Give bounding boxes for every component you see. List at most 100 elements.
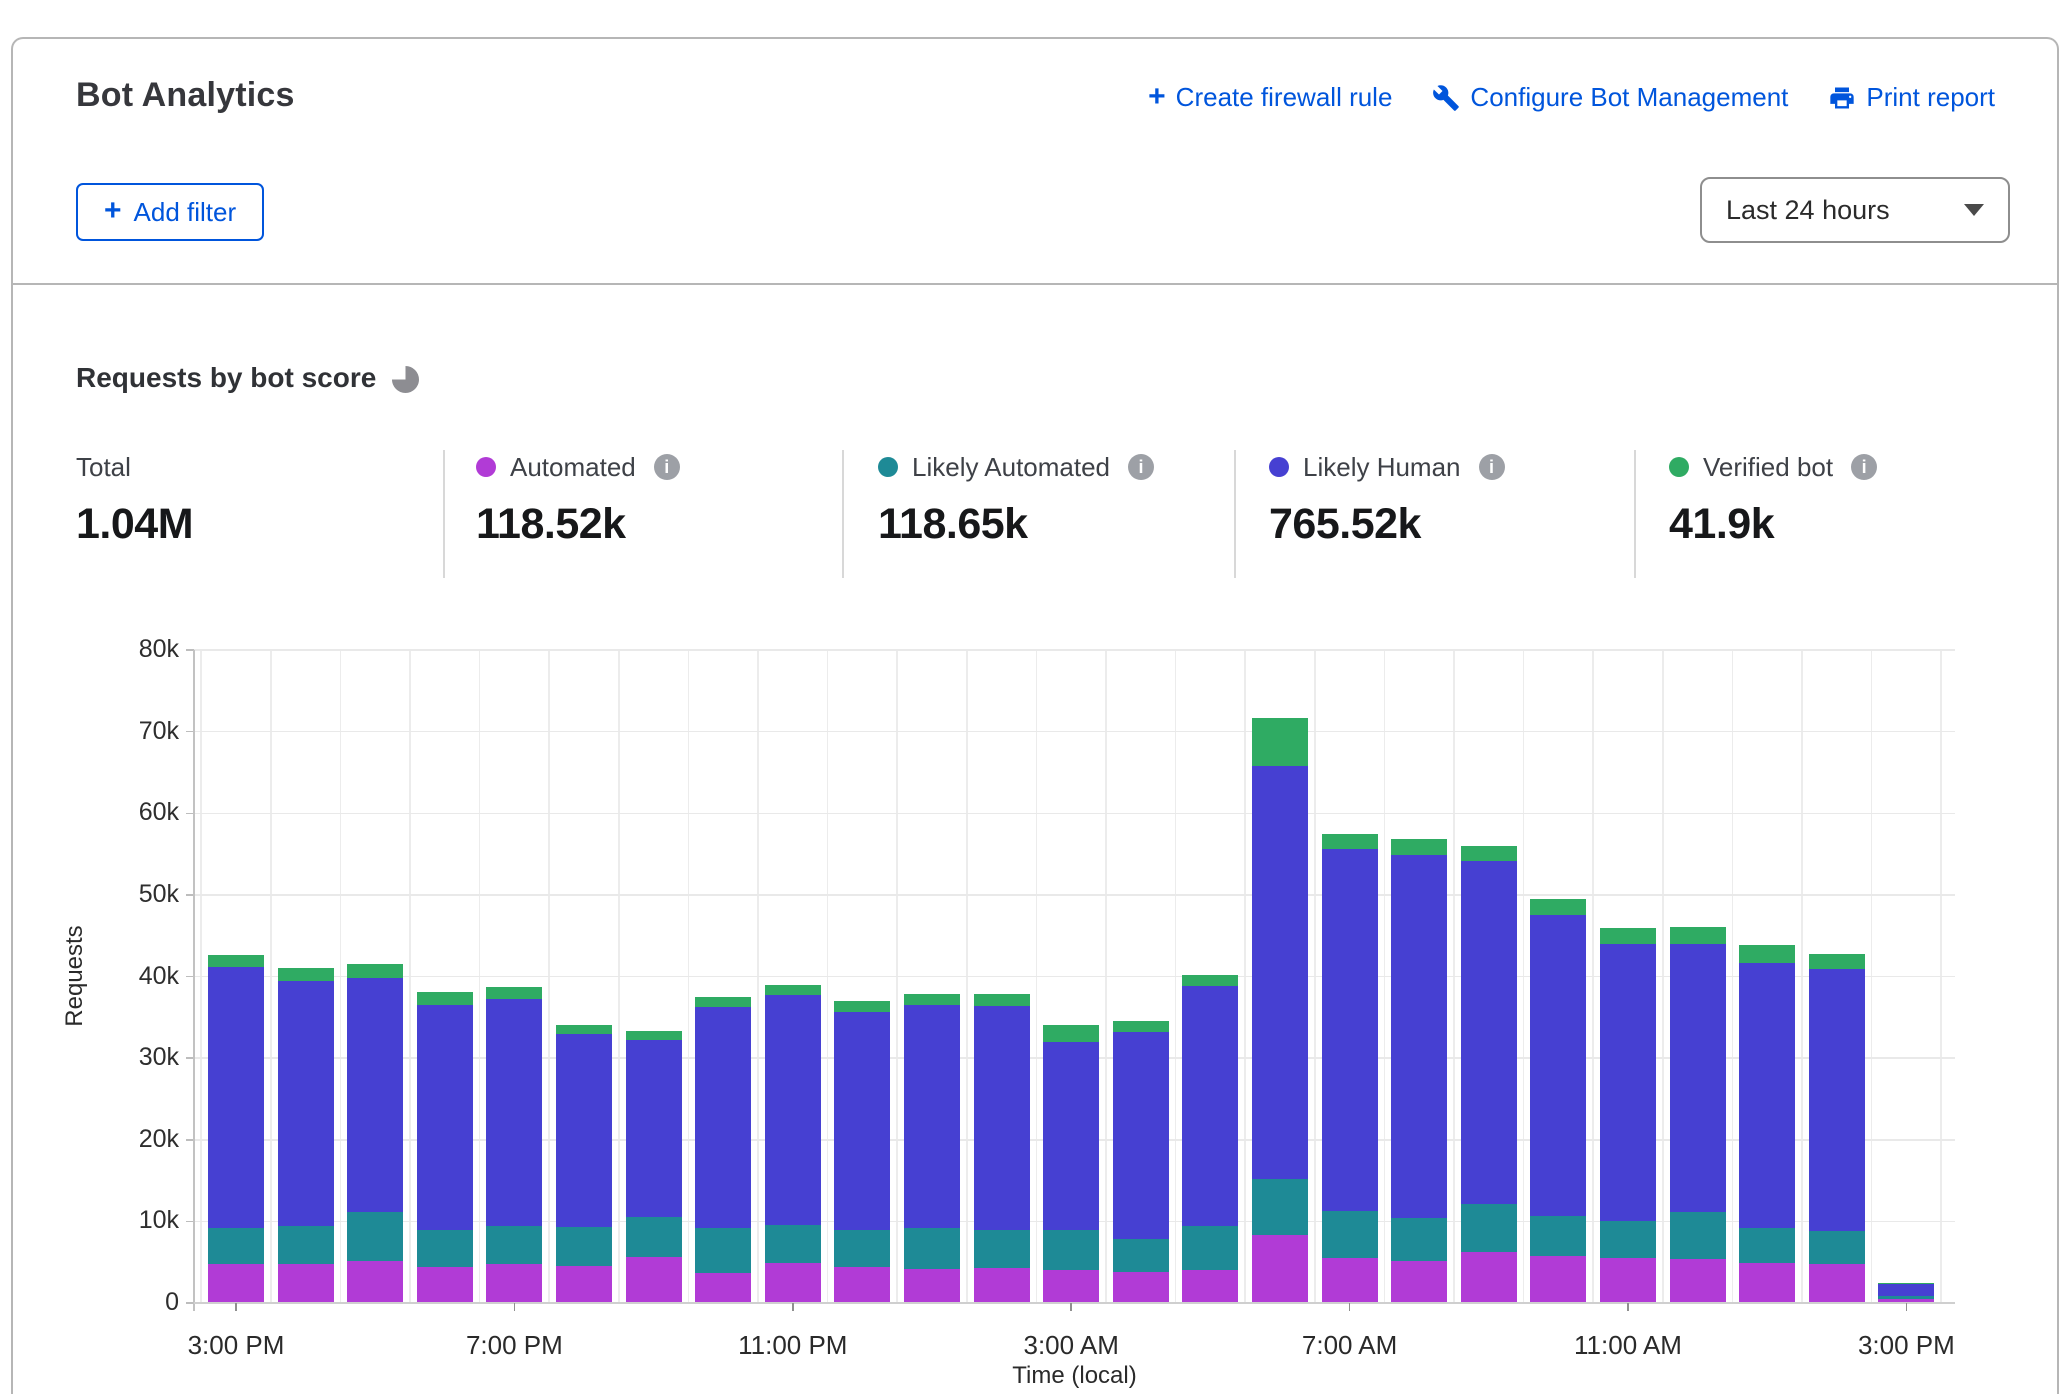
bar-segment-automated[interactable] (278, 1264, 334, 1303)
bar-segment-automated[interactable] (1391, 1261, 1447, 1303)
bar-segment-automated[interactable] (1600, 1258, 1656, 1303)
bar-segment-verified_bot[interactable] (1252, 718, 1308, 766)
bar-segment-verified_bot[interactable] (417, 992, 473, 1005)
bar-segment-verified_bot[interactable] (1739, 945, 1795, 963)
bar-segment-likely_automated[interactable] (1461, 1204, 1517, 1251)
bar-segment-likely_automated[interactable] (1809, 1231, 1865, 1264)
bar-segment-likely_automated[interactable] (1322, 1211, 1378, 1258)
bar-segment-verified_bot[interactable] (626, 1031, 682, 1040)
bar-segment-automated[interactable] (1461, 1252, 1517, 1303)
bar-segment-automated[interactable] (974, 1268, 1030, 1303)
bar-segment-likely_human[interactable] (1461, 861, 1517, 1205)
bar-segment-likely_automated[interactable] (486, 1226, 542, 1264)
bar-segment-likely_human[interactable] (974, 1006, 1030, 1230)
bar-segment-likely_automated[interactable] (1530, 1216, 1586, 1256)
bar-segment-likely_human[interactable] (208, 967, 264, 1228)
bar-segment-likely_human[interactable] (1600, 944, 1656, 1221)
bar-segment-likely_automated[interactable] (417, 1230, 473, 1268)
bar-segment-likely_automated[interactable] (1600, 1221, 1656, 1259)
bar-segment-likely_automated[interactable] (1739, 1228, 1795, 1263)
bar-segment-automated[interactable] (417, 1267, 473, 1303)
bar-segment-automated[interactable] (1530, 1256, 1586, 1303)
bar-segment-likely_human[interactable] (626, 1040, 682, 1217)
bar-segment-likely_human[interactable] (1739, 963, 1795, 1228)
bar-segment-likely_automated[interactable] (695, 1228, 751, 1273)
bar-segment-likely_automated[interactable] (1113, 1239, 1169, 1272)
bar-segment-likely_human[interactable] (1878, 1283, 1934, 1295)
bar-segment-automated[interactable] (556, 1266, 612, 1303)
bar-segment-automated[interactable] (834, 1267, 890, 1303)
bar-segment-likely_human[interactable] (695, 1007, 751, 1228)
bar-segment-verified_bot[interactable] (347, 964, 403, 978)
bar-segment-verified_bot[interactable] (765, 985, 821, 995)
bar-segment-automated[interactable] (486, 1264, 542, 1303)
bar-segment-likely_automated[interactable] (1182, 1226, 1238, 1270)
bar-segment-verified_bot[interactable] (1809, 954, 1865, 970)
bar-segment-likely_automated[interactable] (1252, 1179, 1308, 1235)
bar-segment-likely_human[interactable] (904, 1005, 960, 1228)
bar-segment-likely_automated[interactable] (347, 1212, 403, 1261)
bar-segment-likely_automated[interactable] (278, 1226, 334, 1264)
bar-segment-likely_human[interactable] (1530, 915, 1586, 1216)
bar-segment-verified_bot[interactable] (1530, 899, 1586, 915)
bar-segment-likely_automated[interactable] (208, 1228, 264, 1264)
bar-segment-likely_automated[interactable] (626, 1217, 682, 1257)
bar-segment-automated[interactable] (1043, 1270, 1099, 1303)
bar-segment-verified_bot[interactable] (695, 997, 751, 1007)
bar-segment-likely_human[interactable] (834, 1012, 890, 1231)
bar-segment-automated[interactable] (1322, 1258, 1378, 1303)
bar-segment-likely_human[interactable] (1670, 944, 1726, 1213)
bar-segment-likely_human[interactable] (1113, 1032, 1169, 1239)
bar-segment-likely_automated[interactable] (765, 1225, 821, 1263)
bar-segment-verified_bot[interactable] (834, 1001, 890, 1012)
bar-segment-verified_bot[interactable] (1043, 1025, 1099, 1041)
bar-segment-likely_human[interactable] (1043, 1042, 1099, 1231)
bar-segment-likely_automated[interactable] (834, 1230, 890, 1267)
bar-segment-automated[interactable] (1670, 1259, 1726, 1303)
bar-segment-automated[interactable] (1182, 1270, 1238, 1303)
bar-segment-likely_automated[interactable] (974, 1230, 1030, 1268)
bar-segment-automated[interactable] (1113, 1272, 1169, 1303)
bar-segment-verified_bot[interactable] (1182, 975, 1238, 986)
bar-segment-verified_bot[interactable] (904, 994, 960, 1005)
bar-segment-verified_bot[interactable] (486, 987, 542, 999)
bar-segment-verified_bot[interactable] (1600, 928, 1656, 944)
bar-segment-verified_bot[interactable] (1391, 839, 1447, 855)
bar-segment-verified_bot[interactable] (1322, 834, 1378, 849)
bar-segment-likely_automated[interactable] (556, 1227, 612, 1266)
bar-segment-likely_human[interactable] (556, 1034, 612, 1227)
bar-segment-automated[interactable] (1739, 1263, 1795, 1303)
bar-segment-likely_human[interactable] (278, 981, 334, 1227)
bar-segment-verified_bot[interactable] (1461, 846, 1517, 861)
bar-segment-automated[interactable] (626, 1257, 682, 1303)
bar-segment-likely_human[interactable] (1391, 855, 1447, 1218)
bar-segment-likely_automated[interactable] (904, 1228, 960, 1269)
bar-segment-automated[interactable] (695, 1273, 751, 1303)
bar-segment-likely_human[interactable] (486, 999, 542, 1226)
bar-segment-automated[interactable] (765, 1263, 821, 1303)
bar-segment-automated[interactable] (1809, 1264, 1865, 1303)
bar-segment-automated[interactable] (904, 1269, 960, 1303)
bar-segment-verified_bot[interactable] (208, 955, 264, 966)
bar-segment-likely_automated[interactable] (1670, 1212, 1726, 1259)
bar-segment-likely_human[interactable] (1182, 986, 1238, 1226)
bar-segment-automated[interactable] (208, 1264, 264, 1303)
bar-segment-likely_automated[interactable] (1391, 1218, 1447, 1260)
bar-segment-verified_bot[interactable] (1878, 1283, 1934, 1284)
bar-segment-likely_human[interactable] (1252, 766, 1308, 1179)
bar-segment-verified_bot[interactable] (556, 1025, 612, 1034)
x-axis-line (194, 1302, 1955, 1304)
bar-segment-likely_human[interactable] (417, 1005, 473, 1229)
bar-segment-likely_human[interactable] (1809, 969, 1865, 1231)
bar-segment-verified_bot[interactable] (974, 994, 1030, 1005)
bar-segment-verified_bot[interactable] (1670, 927, 1726, 944)
bar-segment-verified_bot[interactable] (278, 968, 334, 981)
bar-segment-verified_bot[interactable] (1113, 1021, 1169, 1032)
bar-segment-likely_human[interactable] (1322, 849, 1378, 1211)
bar-segment-likely_automated[interactable] (1043, 1230, 1099, 1269)
bar-segment-likely_human[interactable] (765, 995, 821, 1225)
bar-segment-likely_automated[interactable] (1878, 1296, 1934, 1299)
bar-segment-automated[interactable] (347, 1261, 403, 1303)
bar-segment-likely_human[interactable] (347, 978, 403, 1212)
bar-segment-automated[interactable] (1252, 1235, 1308, 1303)
